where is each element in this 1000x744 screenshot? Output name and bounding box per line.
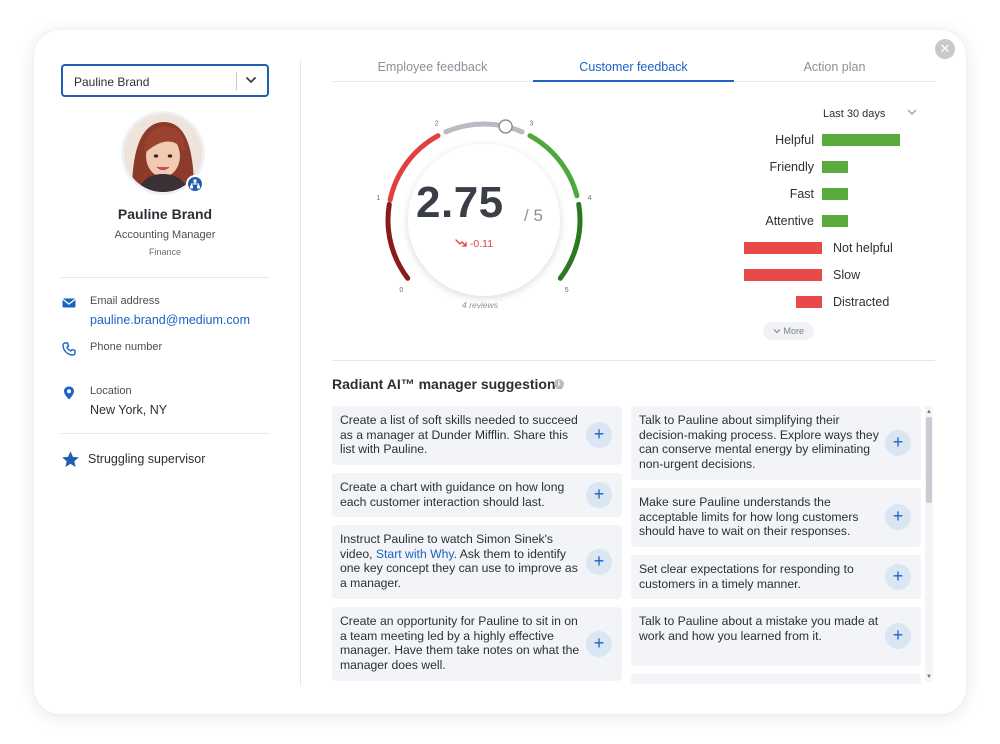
- gauge-tick-label: 3: [529, 120, 533, 127]
- date-range-select[interactable]: Last 30 days: [823, 104, 918, 120]
- rating-score: 2.75: [416, 178, 504, 227]
- bar-label-fast: Fast: [790, 187, 815, 201]
- add-suggestion-button[interactable]: +: [586, 549, 612, 575]
- tab-employee-feedback[interactable]: Employee feedback: [332, 60, 533, 74]
- add-suggestion-button[interactable]: +: [586, 482, 612, 508]
- more-button[interactable]: More: [763, 322, 814, 340]
- divider: [332, 360, 935, 361]
- bar-helpful: [822, 134, 900, 146]
- email-link[interactable]: pauline.brand@medium.com: [90, 313, 250, 327]
- suggestion-card: [631, 674, 921, 684]
- tab-customer-feedback[interactable]: Customer feedback: [533, 60, 734, 74]
- attribute-bar-chart: Helpful Friendly Fast Attentive Not helpful S…: [744, 133, 900, 309]
- profile-title: Accounting Manager: [114, 229, 216, 241]
- bar-label-not-helpful: Not helpful: [833, 241, 893, 255]
- bar-fast: [822, 188, 848, 200]
- email-label: Email address: [90, 295, 160, 307]
- bar-label-distracted: Distracted: [833, 295, 889, 309]
- panel-divider: [300, 60, 301, 686]
- star-icon: [62, 451, 79, 468]
- suggestion-text: Create an opportunity for Pauline to sit…: [340, 614, 580, 672]
- suggestion-card: Create a chart with guidance on how long…: [332, 473, 622, 517]
- bar-label-attentive: Attentive: [765, 214, 814, 228]
- add-suggestion-button[interactable]: +: [885, 564, 911, 590]
- bar-friendly: [822, 161, 848, 173]
- gauge-segment-4: [557, 201, 583, 281]
- bar-distracted: [796, 296, 822, 308]
- phone-icon: [62, 342, 76, 356]
- more-label: More: [783, 326, 805, 336]
- select-separator: [236, 72, 237, 90]
- person-select[interactable]: Pauline Brand: [61, 64, 269, 97]
- gauge-segment-0: [385, 201, 411, 281]
- chevron-down-icon: [246, 77, 256, 83]
- bar-not-helpful: [744, 242, 822, 254]
- phone-label: Phone number: [90, 341, 163, 353]
- gauge-tick-label: 1: [376, 195, 380, 202]
- chevron-down-icon: [773, 329, 781, 334]
- suggestion-card: Talk to Pauline about simplifying their …: [631, 406, 921, 480]
- location-pin-icon: [64, 386, 74, 400]
- profile-department: Finance: [148, 247, 182, 257]
- suggestions-list: Create a list of soft skills needed to s…: [332, 406, 924, 684]
- divider: [61, 277, 269, 278]
- add-suggestion-button[interactable]: +: [885, 623, 911, 649]
- suggestion-card: Make sure Pauline understands the accept…: [631, 488, 921, 547]
- add-suggestion-button[interactable]: +: [885, 504, 911, 530]
- gauge-tick-label: 0: [399, 287, 403, 294]
- tab-action-plan[interactable]: Action plan: [734, 60, 935, 74]
- suggestion-text: Make sure Pauline understands the accept…: [639, 495, 859, 539]
- scroll-up-icon[interactable]: ▲: [926, 409, 932, 415]
- bar-attentive: [822, 215, 848, 227]
- add-suggestion-button[interactable]: +: [885, 430, 911, 456]
- date-range-value: Last 30 days: [823, 108, 886, 120]
- suggestion-card: Set clear expectations for responding to…: [631, 555, 921, 599]
- bar-label-helpful: Helpful: [775, 133, 814, 147]
- location-label: Location: [90, 385, 132, 397]
- suggestion-text: Create a chart with guidance on how long…: [340, 480, 565, 509]
- person-select-value: Pauline Brand: [74, 75, 150, 89]
- suggestion-text: Talk to Pauline about a mistake you made…: [639, 614, 879, 643]
- active-tab-indicator: [533, 80, 734, 82]
- rating-max: / 5: [524, 206, 543, 225]
- start-with-why-link[interactable]: Start with Why: [376, 547, 454, 561]
- ai-suggestions-title: Radiant AI™ manager suggestions: [332, 376, 564, 392]
- suggestion-card: Create an opportunity for Pauline to sit…: [332, 607, 622, 681]
- org-chart-icon[interactable]: [186, 175, 204, 193]
- location-value: New York, NY: [90, 403, 168, 417]
- bar-label-friendly: Friendly: [770, 160, 815, 174]
- add-suggestion-button[interactable]: +: [586, 631, 612, 657]
- suggestion-text: Create a list of soft skills needed to s…: [340, 413, 578, 457]
- suggestion-card: Create a list of soft skills needed to s…: [332, 406, 622, 465]
- status-label: Struggling supervisor: [88, 452, 206, 466]
- suggestion-card: Instruct Pauline to watch Simon Sinek's …: [332, 525, 622, 599]
- close-icon[interactable]: ✕: [935, 39, 955, 59]
- review-count: 4 reviews: [462, 300, 498, 310]
- rating-delta-value: -0.11: [469, 238, 494, 250]
- feedback-tabs: Employee feedback Customer feedback Acti…: [332, 52, 935, 82]
- status-row: Struggling supervisor: [61, 450, 269, 470]
- profile-panel: Pauline Brand Pauline Brand Accounting M…: [61, 30, 271, 714]
- info-icon[interactable]: i: [554, 379, 564, 389]
- gauge-value-marker: [498, 119, 513, 134]
- suggestion-card: Talk to Pauline about a mistake you made…: [631, 607, 921, 666]
- suggestion-text: Set clear expectations for responding to…: [639, 562, 854, 591]
- rating-delta: -0.11: [455, 238, 493, 250]
- add-suggestion-button[interactable]: +: [586, 422, 612, 448]
- scroll-down-icon[interactable]: ▼: [926, 674, 932, 680]
- bar-label-slow: Slow: [833, 268, 861, 282]
- envelope-icon: [62, 298, 76, 308]
- scrollbar-thumb[interactable]: [926, 417, 932, 503]
- gauge-tick-label: 2: [435, 120, 439, 127]
- chevron-down-icon: [907, 109, 917, 115]
- gauge-tick-label: 5: [565, 287, 569, 294]
- gauge-tick-label: 4: [588, 195, 592, 202]
- profile-name: Pauline Brand: [117, 206, 213, 222]
- feedback-card: Pauline Brand Pauline Brand Accounting M…: [34, 30, 966, 714]
- bar-slow: [744, 269, 822, 281]
- divider: [61, 433, 269, 434]
- suggestion-text: Talk to Pauline about simplifying their …: [639, 413, 879, 471]
- trend-down-icon: [455, 239, 467, 247]
